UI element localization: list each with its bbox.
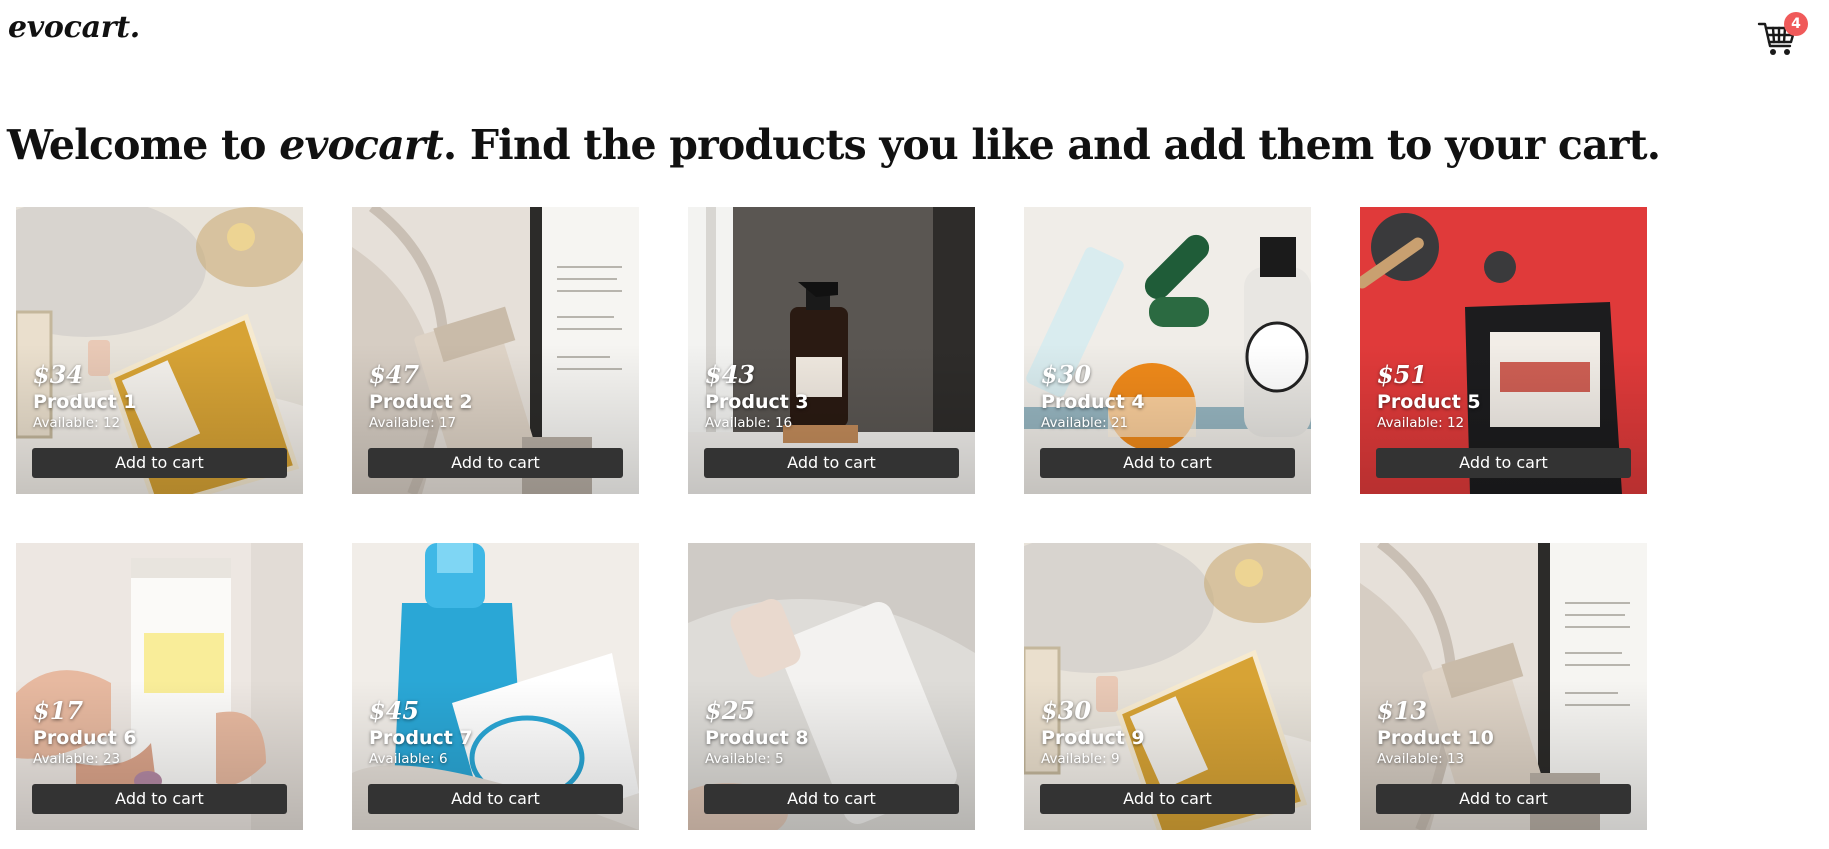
product-price: $34 xyxy=(33,360,84,389)
product-availability: Available: 16 xyxy=(705,415,793,431)
product-price: $17 xyxy=(33,696,84,725)
site-logo[interactable]: evocart. xyxy=(8,10,140,45)
product-card: $25 Product 8 Available: 5 Add to cart xyxy=(688,543,975,830)
add-to-cart-button[interactable]: Add to cart xyxy=(32,784,287,814)
product-name: Product 9 xyxy=(1041,727,1145,749)
product-card: $30 Product 4 Available: 21 Add to cart xyxy=(1024,207,1311,494)
add-to-cart-button[interactable]: Add to cart xyxy=(32,448,287,478)
product-price: $43 xyxy=(705,360,756,389)
product-card: $30 Product 9 Available: 9 Add to cart xyxy=(1024,543,1311,830)
add-to-cart-button[interactable]: Add to cart xyxy=(1376,448,1631,478)
cart-button[interactable]: 4 xyxy=(1755,12,1808,58)
product-name: Product 1 xyxy=(33,391,137,413)
add-to-cart-button[interactable]: Add to cart xyxy=(704,784,959,814)
product-price: $13 xyxy=(1377,696,1428,725)
product-availability: Available: 12 xyxy=(33,415,121,431)
product-price: $47 xyxy=(369,360,420,389)
add-to-cart-button[interactable]: Add to cart xyxy=(1376,784,1631,814)
product-card: $43 Product 3 Available: 16 Add to cart xyxy=(688,207,975,494)
product-availability: Available: 9 xyxy=(1041,751,1120,767)
site-header: evocart. 4 xyxy=(0,0,1829,72)
product-availability: Available: 12 xyxy=(1377,415,1465,431)
headline-prefix: Welcome to xyxy=(7,121,280,169)
product-availability: Available: 17 xyxy=(369,415,457,431)
product-price: $30 xyxy=(1041,360,1092,389)
add-to-cart-button[interactable]: Add to cart xyxy=(1040,448,1295,478)
add-to-cart-button[interactable]: Add to cart xyxy=(1040,784,1295,814)
product-price: $30 xyxy=(1041,696,1092,725)
product-name: Product 10 xyxy=(1377,727,1494,749)
add-to-cart-button[interactable]: Add to cart xyxy=(368,784,623,814)
product-price: $45 xyxy=(369,696,420,725)
product-name: Product 6 xyxy=(33,727,137,749)
product-availability: Available: 13 xyxy=(1377,751,1465,767)
product-availability: Available: 21 xyxy=(1041,415,1129,431)
headline-brand: evocart xyxy=(279,121,444,169)
product-card: $45 Product 7 Available: 6 Add to cart xyxy=(352,543,639,830)
product-name: Product 4 xyxy=(1041,391,1145,413)
product-availability: Available: 6 xyxy=(369,751,448,767)
headline-suffix: . Find the products you like and add the… xyxy=(442,121,1661,169)
product-name: Product 7 xyxy=(369,727,473,749)
product-card: $34 Product 1 Available: 12 Add to cart xyxy=(16,207,303,494)
product-card: $47 Product 2 Available: 17 Add to cart xyxy=(352,207,639,494)
add-to-cart-button[interactable]: Add to cart xyxy=(704,448,959,478)
product-card: $51 Product 5 Available: 12 Add to cart xyxy=(1360,207,1647,494)
product-price: $51 xyxy=(1377,360,1428,389)
product-name: Product 3 xyxy=(705,391,809,413)
product-card: $13 Product 10 Available: 13 Add to cart xyxy=(1360,543,1647,830)
add-to-cart-button[interactable]: Add to cart xyxy=(368,448,623,478)
product-price: $25 xyxy=(705,696,756,725)
product-name: Product 2 xyxy=(369,391,473,413)
product-availability: Available: 23 xyxy=(33,751,121,767)
product-card: $17 Product 6 Available: 23 Add to cart xyxy=(16,543,303,830)
product-availability: Available: 5 xyxy=(705,751,784,767)
product-name: Product 5 xyxy=(1377,391,1481,413)
cart-count-badge: 4 xyxy=(1784,12,1808,36)
page-headline: Welcome to evocart. Find the products yo… xyxy=(7,116,1661,174)
product-name: Product 8 xyxy=(705,727,809,749)
